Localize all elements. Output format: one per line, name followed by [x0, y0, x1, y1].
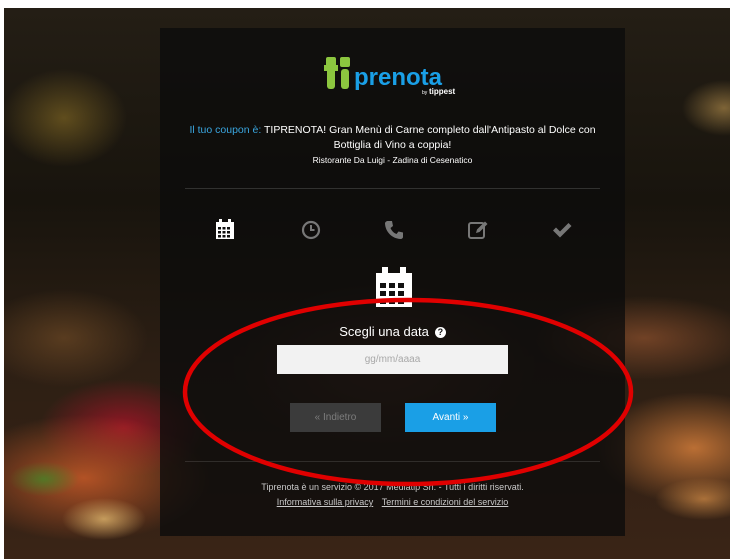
svg-text:tippest: tippest — [429, 87, 456, 96]
back-button[interactable]: « Indietro — [290, 403, 381, 432]
large-calendar-icon — [370, 265, 418, 313]
coupon-lead: Il tuo coupon è: — [189, 124, 262, 136]
help-icon[interactable]: ? — [434, 327, 446, 339]
tiprenota-logo: prenota by tippest — [160, 51, 625, 96]
bottom-divider — [185, 461, 600, 462]
date-input[interactable] — [277, 345, 508, 374]
privacy-link[interactable]: Informativa sulla privacy — [277, 497, 374, 507]
edit-icon[interactable] — [466, 218, 490, 242]
restaurant-name: Ristorante Da Luigi - Zadina di Cesenati… — [312, 155, 473, 165]
phone-icon[interactable] — [382, 218, 406, 242]
date-label: Scegli una data — [339, 324, 429, 339]
top-divider — [185, 188, 600, 189]
booking-steps — [160, 218, 625, 242]
footer-links: Informativa sulla privacy Termini e cond… — [160, 497, 625, 507]
clock-icon[interactable] — [299, 218, 323, 242]
calendar-icon[interactable] — [213, 218, 237, 242]
terms-link[interactable]: Termini e condizioni del servizio — [382, 497, 509, 507]
booking-panel: prenota by tippest Il tuo coupon è: TIPR… — [160, 28, 625, 536]
coupon-title: TIPRENOTA! Gran Menù di Carne completo d… — [264, 124, 596, 151]
copyright-text: Tiprenota è un servizio © 2017 Mediatip … — [261, 482, 524, 492]
next-button[interactable]: Avanti » — [405, 403, 496, 432]
svg-text:by: by — [422, 90, 428, 96]
date-label-row: Scegli una data? — [160, 324, 625, 339]
coupon-description: Il tuo coupon è: TIPRENOTA! Gran Menù di… — [180, 123, 605, 153]
check-icon[interactable] — [550, 218, 574, 242]
